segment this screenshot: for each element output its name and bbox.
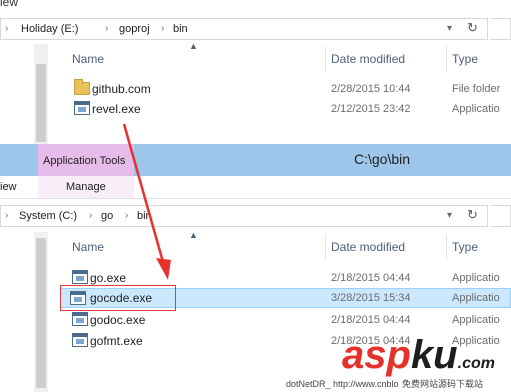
arrow-shaft [122, 123, 165, 263]
watermark-logo-ku: ku [410, 333, 458, 377]
arrow-head [156, 258, 171, 280]
watermark-footer-text-2: 免费网站源码下载站 [402, 379, 484, 389]
watermark-logo-asp: asp [342, 333, 411, 377]
screenshot-root: iew › Holiday (E:) › goproj › bin ▾ ↻ ▲ … [0, 0, 511, 392]
watermark-logo-com: .com [457, 355, 495, 372]
watermark-footer-text: dotNetDR_ http://www.cnblo [286, 379, 399, 389]
